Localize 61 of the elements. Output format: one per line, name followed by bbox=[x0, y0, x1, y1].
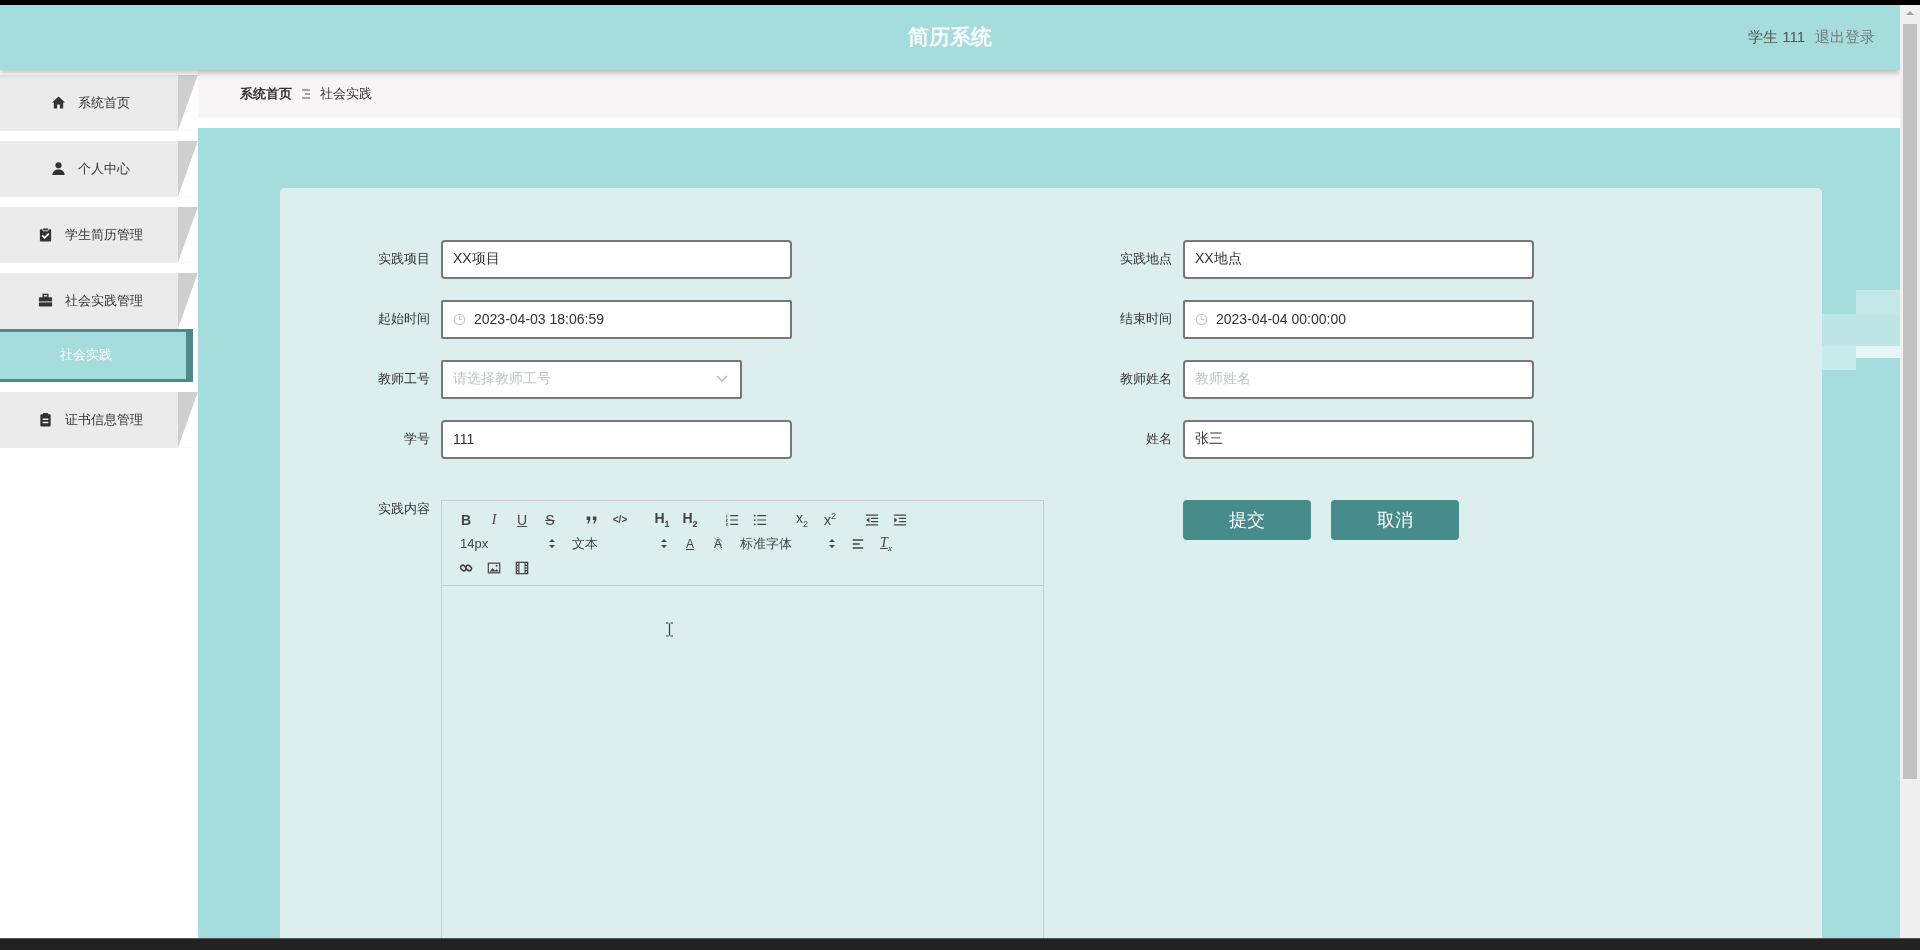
bold-button[interactable]: B bbox=[452, 508, 480, 531]
date-field[interactable]: 2023-04-03 18:06:59 bbox=[441, 299, 792, 339]
input-field[interactable]: 张三 bbox=[1183, 419, 1534, 459]
input-field[interactable]: XX地点 bbox=[1183, 239, 1534, 279]
indent-icon bbox=[893, 512, 907, 527]
script-button[interactable]: x$^{2}$ bbox=[816, 508, 844, 531]
heading-button[interactable]: H$_{2}$ bbox=[676, 508, 704, 531]
text-cursor-icon bbox=[664, 621, 675, 637]
image-icon bbox=[487, 560, 501, 575]
clipboard-check-icon bbox=[37, 227, 53, 243]
strikethrough-button[interactable]: S bbox=[536, 508, 564, 531]
clipboard-icon bbox=[37, 412, 53, 428]
user-icon bbox=[50, 161, 66, 177]
script-button[interactable]: x$_{2}$ bbox=[788, 508, 816, 531]
input-field[interactable]: XX项目 bbox=[441, 239, 792, 279]
heading-button[interactable]: H$_{1}$ bbox=[648, 508, 676, 531]
text-color-button[interactable]: A bbox=[676, 532, 704, 555]
sort-icon bbox=[828, 538, 836, 550]
scrollbar-thumb[interactable] bbox=[1903, 23, 1917, 779]
separator-icon bbox=[301, 87, 311, 100]
dropdown[interactable]: 14px bbox=[452, 532, 564, 555]
input-field[interactable]: 111 bbox=[441, 419, 792, 459]
ordered-list-icon bbox=[725, 512, 739, 527]
field-label: 教师工号 bbox=[377, 370, 430, 389]
field-label: 学号 bbox=[403, 430, 430, 449]
dropdown[interactable]: 文本 bbox=[564, 532, 676, 555]
briefcase-icon bbox=[37, 293, 53, 309]
code-button[interactable]: </> bbox=[606, 508, 634, 531]
video-icon bbox=[515, 560, 529, 575]
field-label: 结束时间 bbox=[1119, 310, 1172, 329]
clock-icon bbox=[453, 312, 466, 326]
field-label: 实践内容 bbox=[377, 499, 430, 518]
date-field[interactable]: 2023-04-04 00:00:00 bbox=[1183, 299, 1534, 339]
home-icon bbox=[50, 95, 66, 111]
user-name: 学生 111 bbox=[1748, 27, 1805, 47]
sidebar-item[interactable]: 系统首页 bbox=[0, 74, 198, 131]
sidebar-item[interactable]: 社会实践管理 bbox=[0, 272, 198, 329]
underline-button[interactable]: U bbox=[508, 508, 536, 531]
align-left-icon bbox=[851, 536, 865, 551]
sidebar-item[interactable]: 证书信息管理 bbox=[0, 391, 198, 448]
field-label: 姓名 bbox=[1145, 430, 1172, 449]
bullet-list-icon bbox=[753, 512, 767, 527]
breadcrumb-link[interactable]: 系统首页 bbox=[240, 84, 292, 103]
sort-icon bbox=[660, 538, 668, 550]
cancel-button[interactable]: 取消 bbox=[1331, 499, 1459, 540]
italic-button[interactable]: I bbox=[480, 508, 508, 531]
field-label: 实践地点 bbox=[1119, 250, 1172, 269]
submit-button[interactable]: 提交 bbox=[1183, 499, 1311, 540]
app-title: 简历系统 bbox=[908, 24, 992, 51]
field-label: 起始时间 bbox=[377, 310, 430, 329]
chevron-down-icon bbox=[716, 375, 728, 384]
sidebar-item[interactable]: 学生简历管理 bbox=[0, 206, 198, 263]
clock-icon bbox=[1195, 312, 1208, 326]
background-color-button[interactable]: A bbox=[704, 532, 732, 555]
field-label: 实践项目 bbox=[377, 250, 430, 269]
sidebar-item[interactable]: 个人中心 bbox=[0, 140, 198, 197]
field-label: 教师姓名 bbox=[1119, 370, 1172, 389]
sort-icon bbox=[548, 538, 556, 550]
dropdown[interactable]: 标准字体 bbox=[732, 532, 844, 555]
outdent-icon bbox=[865, 512, 879, 527]
clear-format-button[interactable]: T$_{x}$ bbox=[872, 532, 900, 555]
